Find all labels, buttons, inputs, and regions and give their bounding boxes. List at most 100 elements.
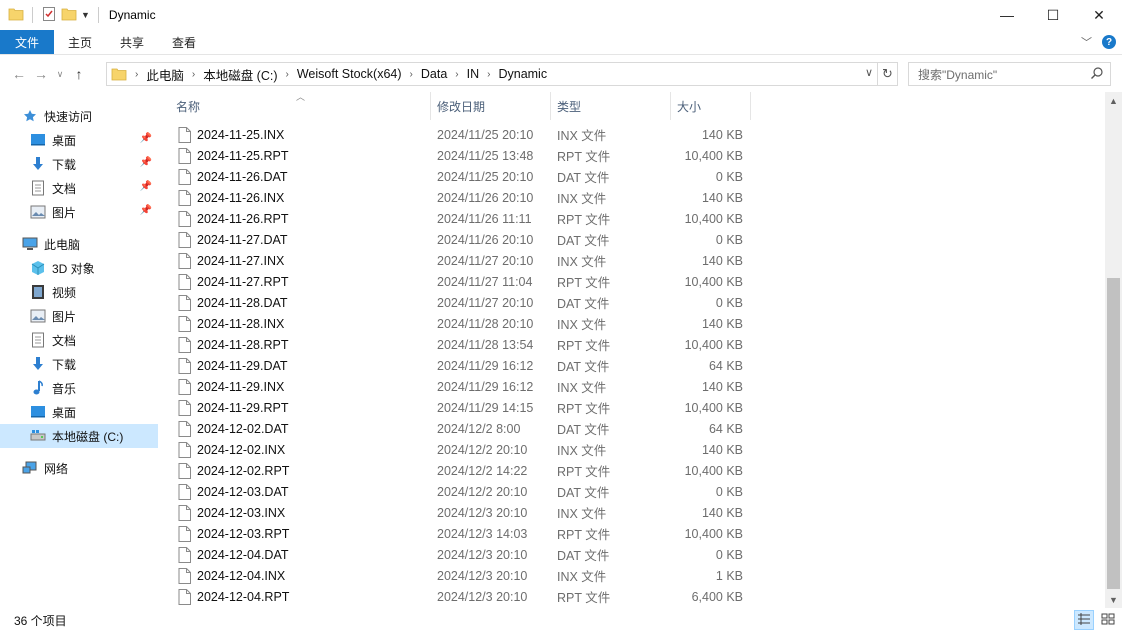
nav-quick-pictures[interactable]: 图片 📌 <box>0 200 158 224</box>
crumb-in[interactable]: IN <box>467 67 480 81</box>
file-row[interactable]: 2024-12-02.INX 2024/12/2 20:10 INX 文件 140 K… <box>172 439 752 460</box>
crumb-this-pc[interactable]: 此电脑 <box>146 65 184 84</box>
pin-icon[interactable]: 📌 <box>140 133 152 144</box>
column-divider[interactable] <box>750 92 751 120</box>
file-row[interactable]: 2024-12-04.DAT 2024/12/3 20:10 DAT 文件 0 KB <box>172 544 752 565</box>
file-icon <box>178 379 191 398</box>
file-date: 2024/12/3 20:10 <box>437 505 528 520</box>
nav-network[interactable]: 网络 <box>0 456 158 480</box>
file-row[interactable]: 2024-11-26.DAT 2024/11/25 20:10 DAT 文件 0 KB <box>172 166 752 187</box>
chevron-right-icon[interactable]: › <box>487 69 490 80</box>
scrollbar-thumb[interactable] <box>1107 278 1120 589</box>
forward-arrow-icon[interactable]: → <box>30 66 52 82</box>
back-arrow-icon[interactable]: ← <box>8 66 30 82</box>
folder-icon <box>8 6 24 25</box>
nav-pictures[interactable]: 图片 <box>0 304 158 328</box>
nav-downloads[interactable]: 下载 <box>0 352 158 376</box>
nav-desktop[interactable]: 桌面 <box>0 400 158 424</box>
file-name: 2024-12-02.RPT <box>197 463 290 478</box>
file-icon <box>178 400 191 419</box>
crumb-weisoft[interactable]: Weisoft Stock(x64) <box>297 67 402 81</box>
file-row[interactable]: 2024-11-26.RPT 2024/11/26 11:11 RPT 文件 10,4… <box>172 208 752 229</box>
download-icon <box>30 156 46 172</box>
chevron-right-icon[interactable]: › <box>455 69 458 80</box>
file-row[interactable]: 2024-12-04.INX 2024/12/3 20:10 INX 文件 1 KB <box>172 565 752 586</box>
file-row[interactable]: 2024-11-27.INX 2024/11/27 20:10 INX 文件 140 … <box>172 250 752 271</box>
file-row[interactable]: 2024-11-26.INX 2024/11/26 20:10 INX 文件 140 … <box>172 187 752 208</box>
nav-3d-objects[interactable]: 3D 对象 <box>0 256 158 280</box>
address-bar[interactable]: › 此电脑 › 本地磁盘 (C:) › Weisoft Stock(x64) ›… <box>106 62 878 86</box>
file-row[interactable]: 2024-11-28.DAT 2024/11/27 20:10 DAT 文件 0 KB <box>172 292 752 313</box>
crumb-data[interactable]: Data <box>421 67 447 81</box>
search-input[interactable]: 搜索"Dynamic" <box>908 62 1111 86</box>
file-row[interactable]: 2024-11-29.INX 2024/11/29 16:12 INX 文件 140 … <box>172 376 752 397</box>
column-header-type[interactable]: 类型 <box>557 92 581 120</box>
file-icon <box>178 316 191 335</box>
nav-documents[interactable]: 文档 <box>0 328 158 352</box>
close-button[interactable]: ✕ <box>1076 0 1122 30</box>
recent-locations-icon[interactable]: ∨ <box>52 69 68 80</box>
tab-home[interactable]: 主页 <box>54 30 106 54</box>
file-row[interactable]: 2024-11-25.INX 2024/11/25 20:10 INX 文件 140 … <box>172 124 752 145</box>
nav-music[interactable]: 音乐 <box>0 376 158 400</box>
nav-this-pc[interactable]: 此电脑 <box>0 232 158 256</box>
file-date: 2024/11/29 14:15 <box>437 400 534 415</box>
file-row[interactable]: 2024-11-27.RPT 2024/11/27 11:04 RPT 文件 10,4… <box>172 271 752 292</box>
file-row[interactable]: 2024-11-27.DAT 2024/11/26 20:10 DAT 文件 0 KB <box>172 229 752 250</box>
pin-icon[interactable]: 📌 <box>140 157 152 168</box>
up-arrow-icon[interactable]: ↑ <box>68 66 90 82</box>
file-row[interactable]: 2024-11-28.INX 2024/11/28 20:10 INX 文件 140 … <box>172 313 752 334</box>
pin-icon[interactable]: 📌 <box>140 205 152 216</box>
column-divider[interactable] <box>430 92 431 120</box>
file-row[interactable]: 2024-12-02.DAT 2024/12/2 8:00 DAT 文件 64 KB <box>172 418 752 439</box>
large-icons-view-button[interactable] <box>1098 610 1118 630</box>
chevron-right-icon[interactable]: › <box>135 69 138 80</box>
minimize-button[interactable]: — <box>984 0 1030 30</box>
column-header-date[interactable]: 修改日期 <box>437 92 485 120</box>
column-header-name[interactable]: 名称 <box>176 92 200 120</box>
scroll-up-icon[interactable]: ▲ <box>1105 92 1122 109</box>
chevron-down-icon[interactable]: ∨ <box>865 66 873 79</box>
file-row[interactable]: 2024-12-03.INX 2024/12/3 20:10 INX 文件 140 K… <box>172 502 752 523</box>
properties-icon[interactable] <box>41 6 57 25</box>
expand-ribbon-icon[interactable]: ﹀ <box>1081 34 1092 50</box>
file-row[interactable]: 2024-11-28.RPT 2024/11/28 13:54 RPT 文件 10,4… <box>172 334 752 355</box>
file-row[interactable]: 2024-11-29.RPT 2024/11/29 14:15 RPT 文件 10,4… <box>172 397 752 418</box>
nav-quick-downloads[interactable]: 下载 📌 <box>0 152 158 176</box>
file-row[interactable]: 2024-12-04.RPT 2024/12/3 20:10 RPT 文件 6,400… <box>172 586 752 607</box>
tab-file[interactable]: 文件 <box>0 30 54 54</box>
chevron-right-icon[interactable]: › <box>410 69 413 80</box>
new-folder-icon[interactable] <box>61 6 77 25</box>
file-row[interactable]: 2024-12-03.DAT 2024/12/2 20:10 DAT 文件 0 KB <box>172 481 752 502</box>
tab-share[interactable]: 共享 <box>106 30 158 54</box>
pin-icon[interactable]: 📌 <box>140 181 152 192</box>
nav-quick-documents[interactable]: 文档 📌 <box>0 176 158 200</box>
maximize-button[interactable]: ☐ <box>1030 0 1076 30</box>
nav-local-disk[interactable]: 本地磁盘 (C:) <box>0 424 158 448</box>
vertical-scrollbar[interactable]: ▲ ▼ <box>1105 92 1122 608</box>
nav-quick-access[interactable]: 快速访问 <box>0 104 158 128</box>
nav-label: 3D 对象 <box>52 261 95 276</box>
file-row[interactable]: 2024-12-03.RPT 2024/12/3 14:03 RPT 文件 10,40… <box>172 523 752 544</box>
column-divider[interactable] <box>670 92 671 120</box>
crumb-local-disk[interactable]: 本地磁盘 (C:) <box>203 65 277 84</box>
scroll-down-icon[interactable]: ▼ <box>1105 591 1122 608</box>
tab-view[interactable]: 查看 <box>158 30 210 54</box>
chevron-right-icon[interactable]: › <box>286 69 289 80</box>
file-row[interactable]: 2024-11-25.RPT 2024/11/25 13:48 RPT 文件 10,4… <box>172 145 752 166</box>
nav-videos[interactable]: 视频 <box>0 280 158 304</box>
column-divider[interactable] <box>550 92 551 120</box>
column-header-size[interactable]: 大小 <box>677 92 701 120</box>
file-row[interactable]: 2024-12-02.RPT 2024/12/2 14:22 RPT 文件 10,40… <box>172 460 752 481</box>
nav-label: 桌面 <box>52 405 77 420</box>
refresh-button[interactable]: ↻ <box>878 62 898 86</box>
help-icon[interactable]: ? <box>1102 35 1116 49</box>
details-view-button[interactable] <box>1074 610 1094 630</box>
crumb-dynamic[interactable]: Dynamic <box>498 67 547 81</box>
customize-toolbar-icon[interactable]: ▼ <box>81 10 90 20</box>
chevron-right-icon[interactable]: › <box>192 69 195 80</box>
nav-label: 快速访问 <box>44 109 93 124</box>
file-row[interactable]: 2024-11-29.DAT 2024/11/29 16:12 DAT 文件 64 K… <box>172 355 752 376</box>
file-type: RPT 文件 <box>557 276 611 290</box>
nav-quick-desktop[interactable]: 桌面 📌 <box>0 128 158 152</box>
